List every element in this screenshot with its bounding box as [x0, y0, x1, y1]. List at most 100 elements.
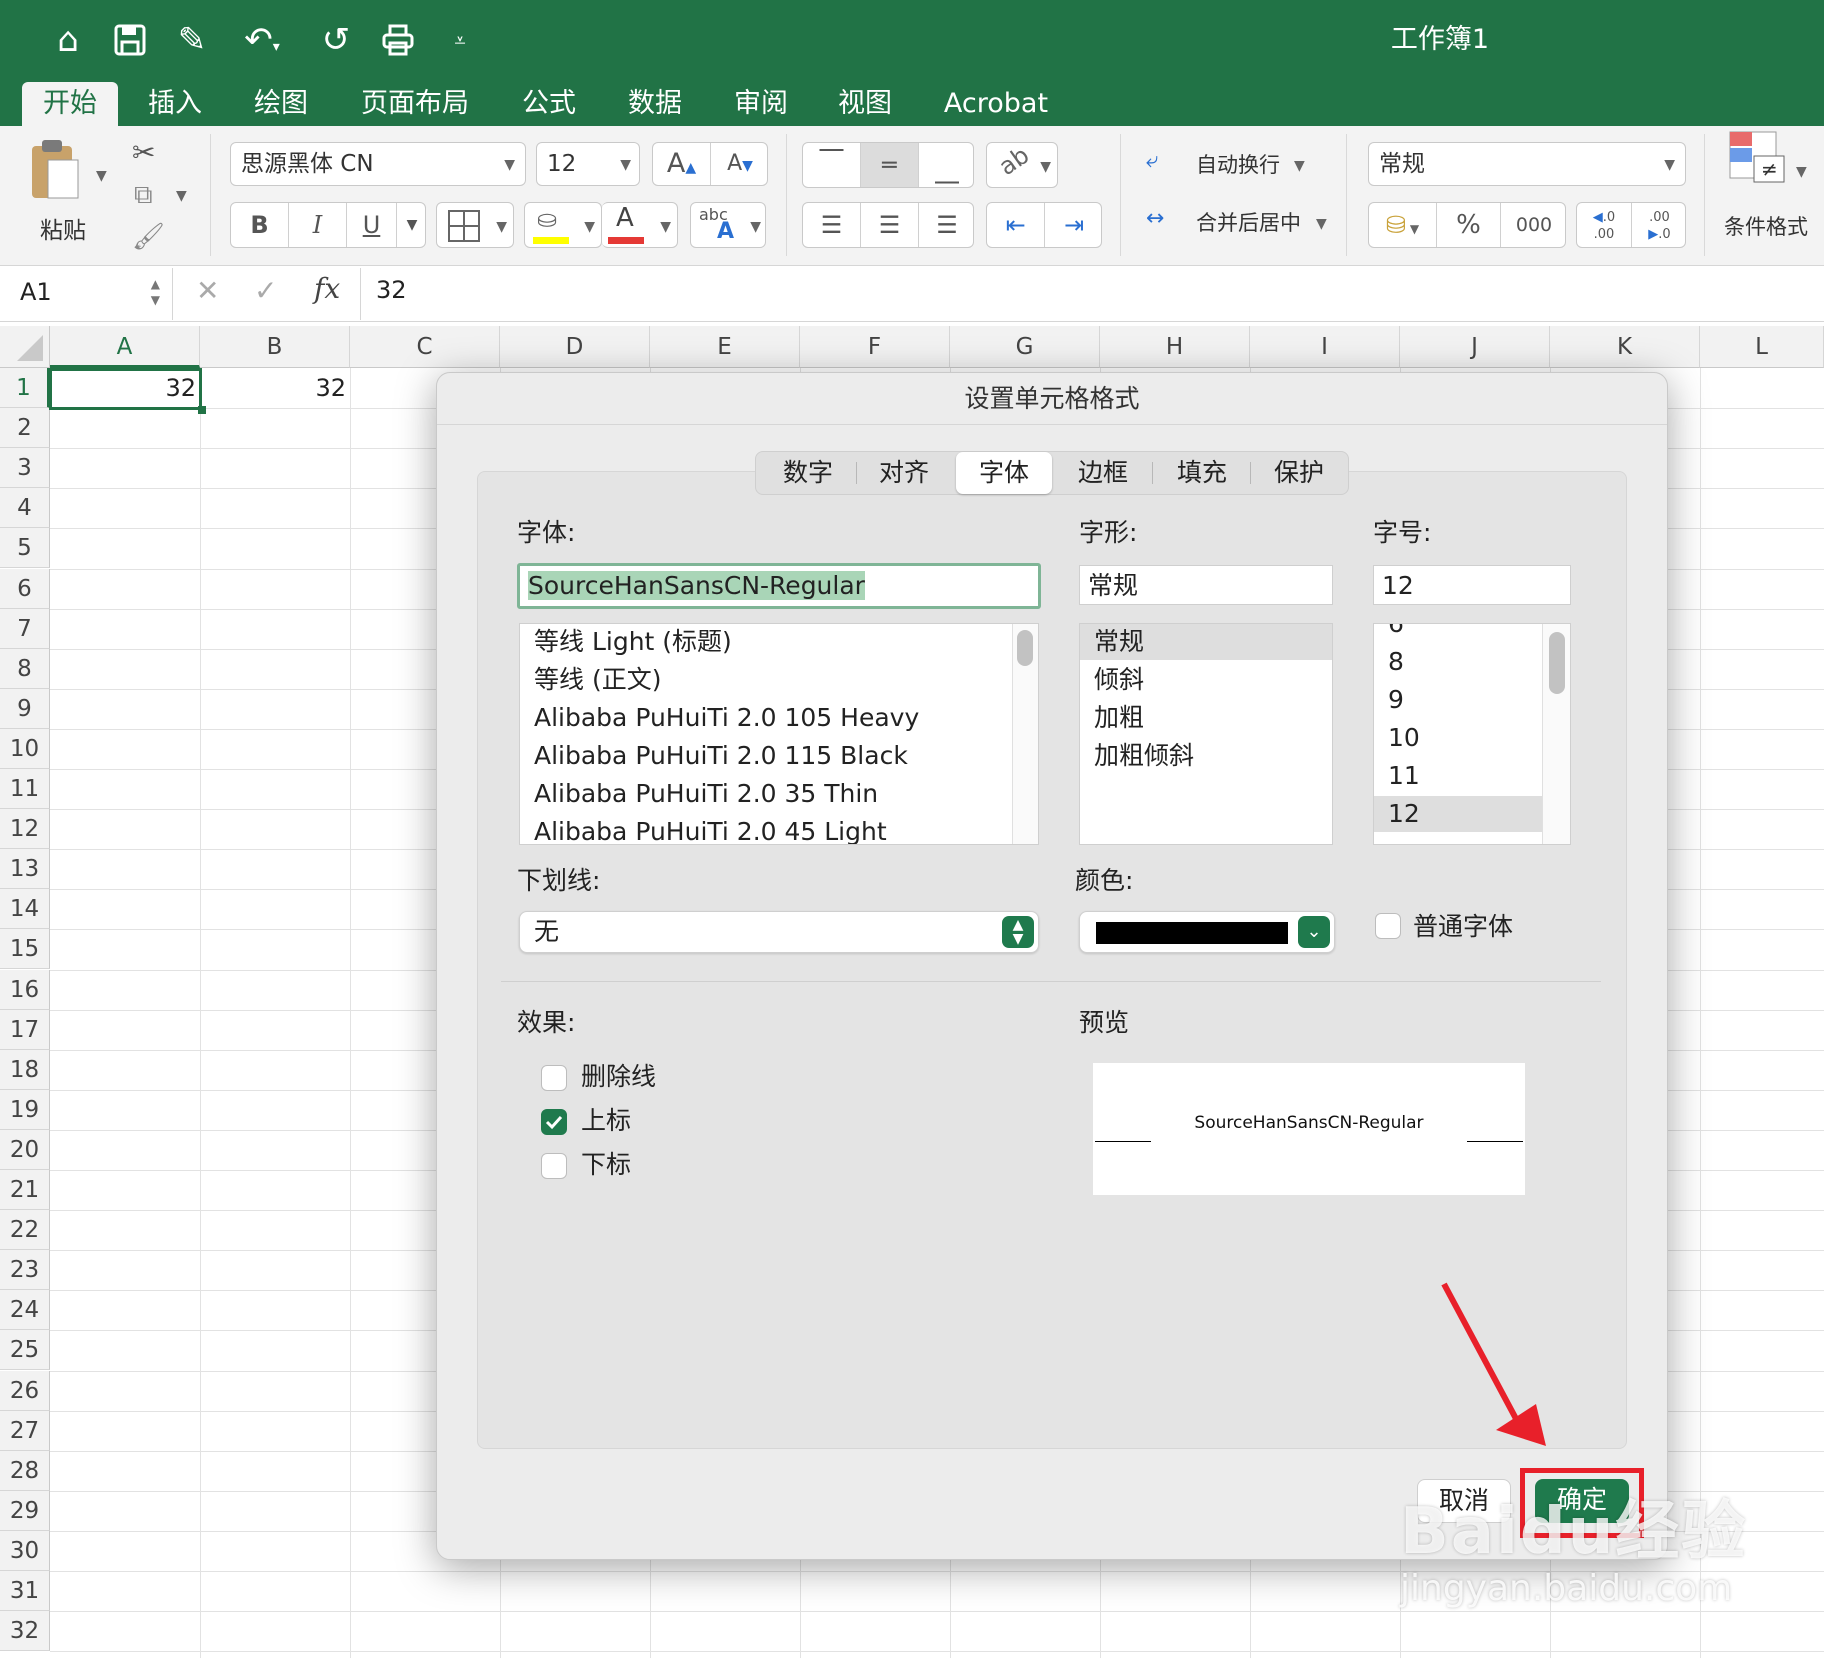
print-icon[interactable]: [374, 18, 422, 62]
align-left-button[interactable]: ☰: [803, 203, 861, 247]
select-all-corner[interactable]: [0, 326, 50, 368]
tab-data[interactable]: 数据: [610, 82, 700, 126]
thousands-button[interactable]: 000: [1501, 203, 1567, 247]
row-header[interactable]: 16: [0, 969, 50, 1010]
row-header[interactable]: 9: [0, 688, 50, 729]
cut-icon[interactable]: ✂: [132, 136, 155, 169]
style-input[interactable]: 常规: [1079, 565, 1333, 605]
font-size-select[interactable]: 12 ▼: [536, 142, 640, 186]
tab-draw[interactable]: 绘图: [236, 82, 326, 126]
row-header[interactable]: 23: [0, 1250, 50, 1291]
home-icon[interactable]: ⌂: [44, 18, 92, 62]
font-list-item[interactable]: 等线 (正文): [520, 662, 1038, 698]
undo-icon[interactable]: ↶▾: [232, 18, 292, 62]
tab-review[interactable]: 审阅: [716, 82, 806, 126]
row-header[interactable]: 11: [0, 769, 50, 810]
style-list-item[interactable]: 加粗倾斜: [1080, 738, 1332, 774]
tab-number[interactable]: 数字: [762, 452, 854, 494]
row-header[interactable]: 21: [0, 1170, 50, 1211]
underline-select[interactable]: 无 ▲ ▼: [519, 911, 1039, 953]
size-list-item[interactable]: 8: [1374, 644, 1570, 680]
edit-icon[interactable]: ✎: [168, 18, 216, 62]
align-bottom-button[interactable]: ⎽: [919, 143, 975, 187]
wrap-text-button[interactable]: ⤶ 自动换行 ▼: [1146, 148, 1316, 184]
tab-font[interactable]: 字体: [956, 452, 1052, 494]
column-header[interactable]: E: [650, 326, 800, 368]
align-top-button[interactable]: ⎺: [803, 143, 861, 187]
row-header[interactable]: 8: [0, 648, 50, 689]
size-list-item[interactable]: 12: [1374, 796, 1542, 832]
borders-button[interactable]: ▼: [436, 202, 514, 248]
row-header[interactable]: 14: [0, 889, 50, 930]
italic-button[interactable]: I: [289, 203, 347, 247]
formula-input[interactable]: 32: [376, 276, 407, 304]
tab-border[interactable]: 边框: [1054, 452, 1152, 494]
paste-dropdown-icon[interactable]: ▼: [96, 168, 107, 184]
size-list[interactable]: 6 8 9 10 11 12: [1373, 623, 1571, 845]
decrease-indent-icon[interactable]: ⇤: [987, 203, 1045, 247]
name-box[interactable]: A1 ▲ ▼: [8, 272, 166, 316]
row-header[interactable]: 15: [0, 929, 50, 970]
orientation-button[interactable]: ab ▼: [986, 141, 1058, 188]
row-header[interactable]: 1: [0, 368, 50, 409]
style-list-item[interactable]: 常规: [1080, 624, 1332, 660]
row-header[interactable]: 27: [0, 1410, 50, 1451]
format-painter-icon[interactable]: 🖌: [132, 222, 165, 252]
tab-protection[interactable]: 保护: [1252, 452, 1346, 494]
fill-color-button[interactable]: ⛀ ▼: [524, 202, 602, 248]
row-header[interactable]: 28: [0, 1450, 50, 1491]
font-list-item[interactable]: 等线 Light (标题): [520, 624, 1038, 660]
underline-dropdown-icon[interactable]: ▼: [397, 203, 427, 247]
confirm-formula-icon[interactable]: ✓: [254, 274, 277, 307]
conditional-format-button[interactable]: ≠ ▼ 条件格式: [1720, 130, 1824, 252]
size-list-scrollbar[interactable]: [1542, 624, 1570, 844]
size-input[interactable]: 12: [1373, 565, 1571, 605]
align-center-button[interactable]: ☰: [861, 203, 919, 247]
subscript-checkbox[interactable]: [541, 1153, 567, 1179]
tab-alignment[interactable]: 对齐: [858, 452, 950, 494]
redo-icon[interactable]: ↺: [312, 18, 360, 62]
number-format-select[interactable]: 常规 ▼: [1368, 142, 1686, 186]
currency-icon[interactable]: ⛁ ▼: [1369, 203, 1437, 247]
row-header[interactable]: 30: [0, 1530, 50, 1571]
tab-insert[interactable]: 插入: [130, 82, 220, 126]
font-list-item[interactable]: Alibaba PuHuiTi 2.0 45 Light: [520, 814, 1038, 844]
increase-indent-icon[interactable]: ⇥: [1045, 203, 1103, 247]
size-list-item[interactable]: 9: [1374, 682, 1570, 718]
tab-fill[interactable]: 填充: [1154, 452, 1250, 494]
row-header[interactable]: 29: [0, 1490, 50, 1531]
row-header[interactable]: 31: [0, 1571, 50, 1612]
name-box-stepper-icon[interactable]: ▲ ▼: [151, 276, 160, 308]
row-header[interactable]: 17: [0, 1009, 50, 1050]
tab-page-layout[interactable]: 页面布局: [350, 82, 480, 126]
row-header[interactable]: 25: [0, 1330, 50, 1371]
superscript-checkbox[interactable]: [541, 1109, 567, 1135]
font-list[interactable]: 等线 Light (标题) 等线 (正文) Alibaba PuHuiTi 2.…: [519, 623, 1039, 845]
cell-a1[interactable]: 32: [52, 374, 196, 402]
cell-b1[interactable]: 32: [202, 374, 346, 402]
row-header[interactable]: 10: [0, 728, 50, 769]
customize-icon[interactable]: ⩡: [436, 18, 484, 62]
row-header[interactable]: 18: [0, 1049, 50, 1090]
row-header[interactable]: 26: [0, 1370, 50, 1411]
cancel-formula-icon[interactable]: ✕: [196, 274, 219, 307]
column-header[interactable]: G: [950, 326, 1100, 368]
column-header[interactable]: L: [1700, 326, 1824, 368]
row-header[interactable]: 5: [0, 528, 50, 569]
bold-button[interactable]: B: [231, 203, 289, 247]
row-header[interactable]: 32: [0, 1611, 50, 1652]
font-list-item[interactable]: Alibaba PuHuiTi 2.0 35 Thin: [520, 776, 1038, 812]
column-header[interactable]: D: [500, 326, 650, 368]
merge-center-button[interactable]: ↔ 合并后居中 ▼: [1146, 206, 1336, 242]
align-right-button[interactable]: ☰: [919, 203, 975, 247]
row-header[interactable]: 4: [0, 488, 50, 529]
phonetic-button[interactable]: abc A ▼: [690, 202, 766, 248]
color-select[interactable]: ⌄: [1079, 911, 1335, 953]
row-header[interactable]: 12: [0, 809, 50, 850]
increase-decimal-button[interactable]: ◀.0.00: [1577, 203, 1632, 247]
fill-handle[interactable]: [198, 406, 206, 414]
column-header[interactable]: I: [1250, 326, 1400, 368]
align-middle-button[interactable]: ═: [861, 143, 919, 187]
copy-dropdown-icon[interactable]: ▼: [176, 188, 187, 204]
scroll-thumb[interactable]: [1017, 630, 1033, 666]
